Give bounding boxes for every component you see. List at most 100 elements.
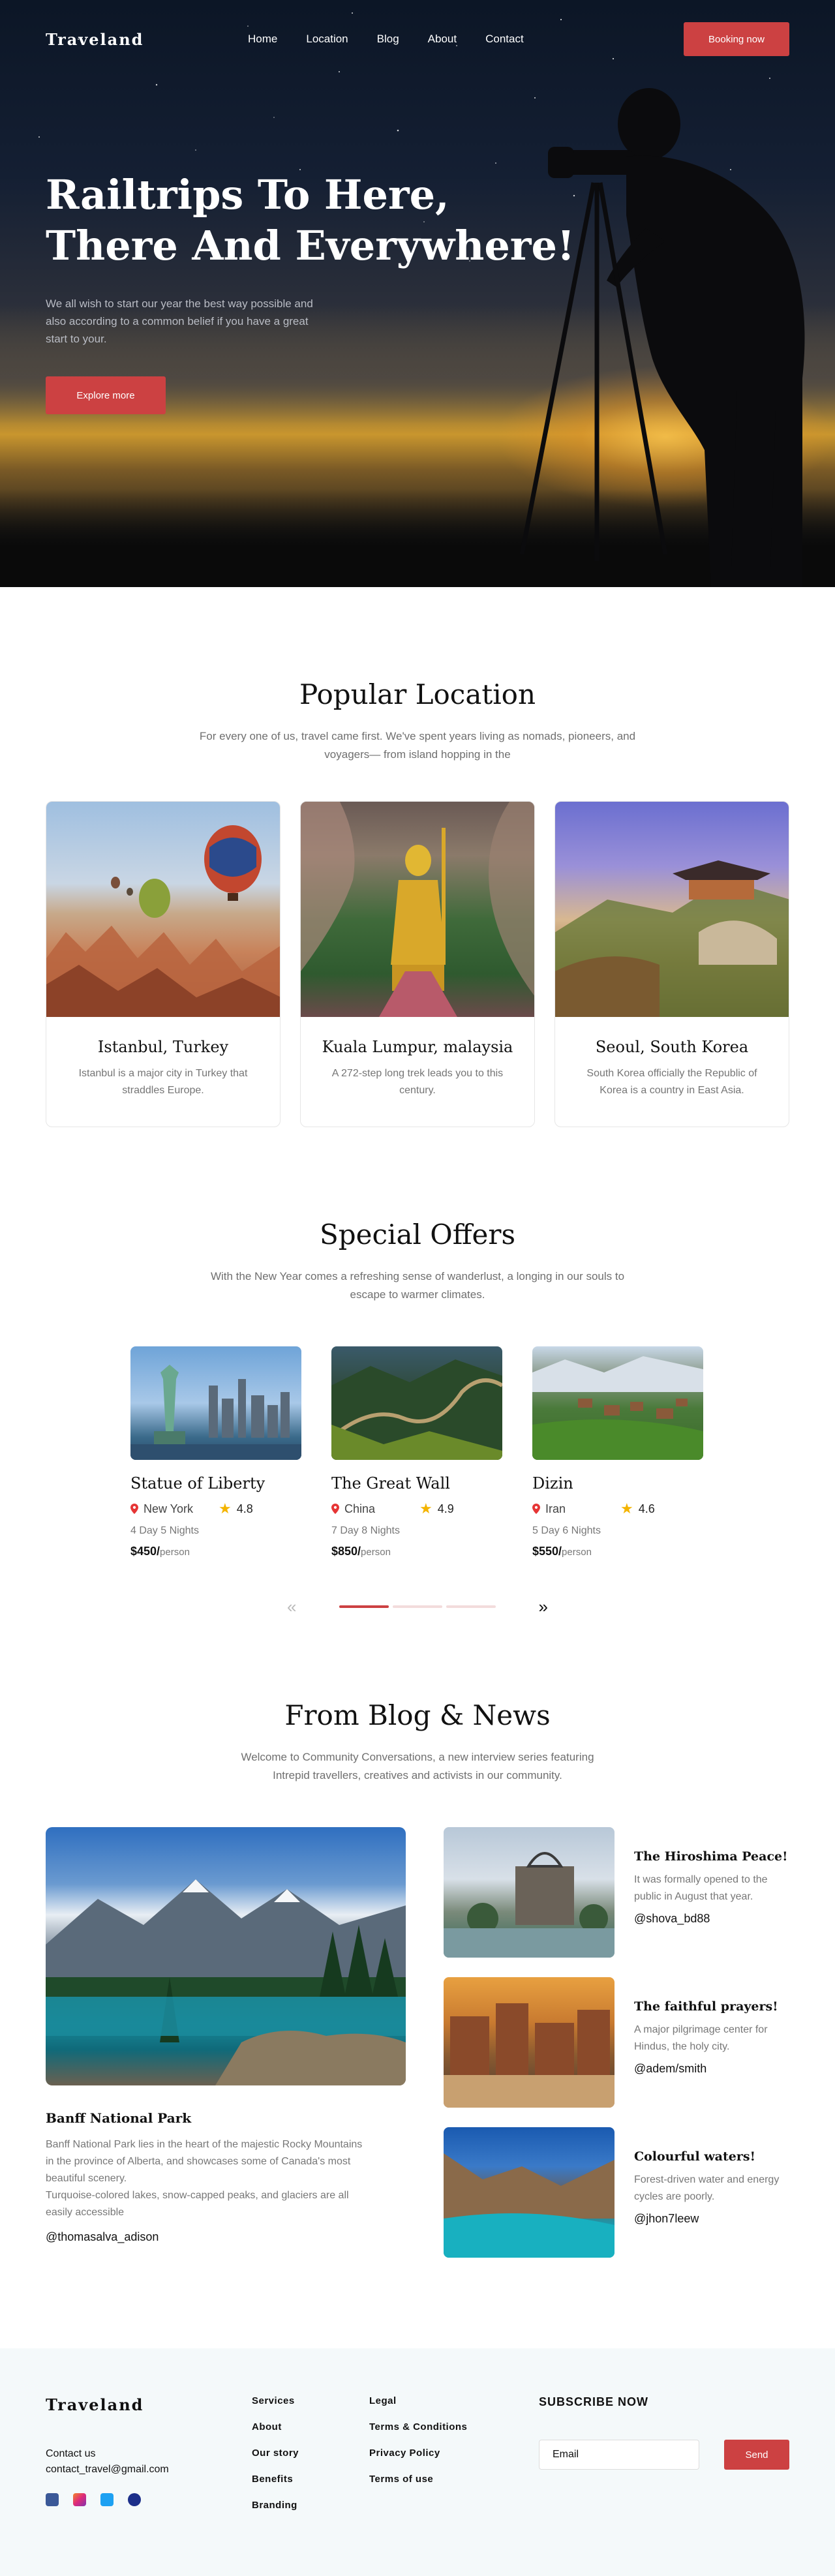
- offers-subtitle: With the New Year comes a refreshing sen…: [210, 1270, 625, 1301]
- pager-indicator-3[interactable]: [446, 1605, 496, 1608]
- offer-cards: Statue of Liberty New York ★ 4.8 4 Day 5…: [130, 1346, 703, 1558]
- offer-city: China: [344, 1502, 376, 1515]
- blog-post-body: Banff National Park lies in the heart of…: [46, 2136, 372, 2221]
- blog-side-item-prayers[interactable]: The faithful prayers! A major pilgrimage…: [444, 1977, 789, 2108]
- booking-now-button[interactable]: Booking now: [684, 22, 789, 56]
- location-name: Seoul, South Korea: [595, 1038, 749, 1056]
- dome-building: [444, 1852, 615, 1958]
- location-name: Kuala Lumpur, malaysia: [322, 1038, 513, 1056]
- nav-link-home[interactable]: Home: [248, 33, 277, 46]
- temple-on-cliff: [555, 860, 789, 1017]
- social-links: [46, 2493, 141, 2506]
- blog-post-body-part2: Turquoise-colored lakes, snow-capped pea…: [46, 2190, 349, 2218]
- pager-indicator-1[interactable]: [339, 1605, 389, 1608]
- location-card-seoul[interactable]: Seoul, South Korea South Korea officiall…: [554, 801, 789, 1127]
- blog-news-section: From Blog & News Welcome to Community Co…: [0, 1699, 835, 2258]
- footer-link-branding[interactable]: Branding: [252, 2500, 299, 2511]
- price-value: $850/: [331, 1545, 361, 1558]
- offer-meta: China ★ 4.9: [331, 1500, 502, 1517]
- location-card-istanbul[interactable]: Istanbul, Turkey Istanbul is a major cit…: [46, 801, 281, 1127]
- offer-meta: Iran ★ 4.6: [532, 1500, 703, 1517]
- twitter-icon[interactable]: [100, 2493, 114, 2506]
- blog-side-item-waters[interactable]: Colourful waters! Forest-driven water an…: [444, 2127, 789, 2258]
- offers-title: Special Offers: [319, 1219, 516, 1250]
- location-pin-icon: [130, 1504, 138, 1514]
- banff-image: [46, 1827, 406, 2085]
- blog-post-author[interactable]: @thomasalva_adison: [46, 2230, 406, 2244]
- blog-side-author[interactable]: @jhon7leew: [634, 2212, 789, 2226]
- rating-value: 4.8: [236, 1502, 253, 1515]
- special-offers-section: Special Offers With the New Year comes a…: [0, 1219, 835, 1616]
- popular-location-section: Popular Location For every one of us, tr…: [0, 678, 835, 1127]
- hero-section: Traveland Home Location Blog About Conta…: [0, 0, 835, 587]
- pager-indicators: [339, 1605, 496, 1608]
- hero-subtitle: We all wish to start our year the best w…: [46, 297, 313, 345]
- popular-subtitle: For every one of us, travel came first. …: [199, 730, 636, 761]
- price-unit: person: [361, 1547, 391, 1558]
- footer-link-about[interactable]: About: [252, 2421, 299, 2432]
- blog-side-list: The Hiroshima Peace! It was formally ope…: [444, 1827, 789, 2277]
- contact-label: Contact us: [46, 2448, 96, 2459]
- blog-side-author[interactable]: @adem/smith: [634, 2062, 789, 2076]
- footer-column-legal: Legal Terms & Conditions Privacy Policy …: [369, 2395, 467, 2500]
- rating-value: 4.6: [638, 1502, 655, 1515]
- nav-menu: Home Location Blog About Contact: [248, 33, 684, 46]
- offer-meta: New York ★ 4.8: [130, 1500, 301, 1517]
- colourful-waters-image: [444, 2127, 615, 2258]
- pager-indicator-2[interactable]: [393, 1605, 442, 1608]
- nav-link-blog[interactable]: Blog: [377, 33, 399, 46]
- city-skyline: [130, 1365, 301, 1460]
- pinterest-icon[interactable]: [128, 2493, 141, 2506]
- offers-pager: « »: [287, 1597, 548, 1616]
- blog-post-body-part1: Banff National Park lies in the heart of…: [46, 2139, 363, 2184]
- chevron-double-right-icon[interactable]: »: [496, 1597, 548, 1617]
- footer-link-legal[interactable]: Legal: [369, 2395, 467, 2406]
- star-icon: ★: [219, 1500, 232, 1517]
- blog-subtitle: Welcome to Community Conversations, a ne…: [241, 1751, 594, 1781]
- footer-link-terms-of-use[interactable]: Terms of use: [369, 2474, 467, 2485]
- logo[interactable]: Traveland: [46, 30, 248, 49]
- blog-side-title: The Hiroshima Peace!: [634, 1849, 788, 1864]
- golden-statue: [301, 802, 534, 1017]
- offer-location: New York: [130, 1502, 219, 1516]
- offer-card-dizin[interactable]: Dizin Iran ★ 4.6 5 Day 6 Nights $550/per…: [532, 1346, 703, 1558]
- footer-link-services[interactable]: Services: [252, 2395, 299, 2406]
- hiroshima-image: [444, 1827, 615, 1958]
- canyon-pool: [444, 2153, 615, 2258]
- contact-email[interactable]: contact_travel@gmail.com: [46, 2462, 169, 2478]
- nav-link-contact[interactable]: Contact: [485, 33, 524, 46]
- statue-of-liberty-image: [130, 1346, 301, 1460]
- footer-link-benefits[interactable]: Benefits: [252, 2474, 299, 2485]
- footer-logo[interactable]: Traveland: [46, 2395, 144, 2414]
- facebook-icon[interactable]: [46, 2493, 59, 2506]
- footer-link-terms-conditions[interactable]: Terms & Conditions: [369, 2421, 467, 2432]
- offer-duration: 5 Day 6 Nights: [532, 1525, 601, 1536]
- chevron-double-left-icon[interactable]: «: [287, 1597, 339, 1617]
- offer-card-statue-of-liberty[interactable]: Statue of Liberty New York ★ 4.8 4 Day 5…: [130, 1346, 301, 1558]
- explore-more-button[interactable]: Explore more: [46, 376, 166, 414]
- price-unit: person: [562, 1547, 592, 1558]
- subscribe-email-input[interactable]: [539, 2440, 699, 2470]
- blog-side-body: Forest-driven water and energy cycles ar…: [634, 2174, 780, 2202]
- price-value: $550/: [532, 1545, 562, 1558]
- blog-side-item-hiroshima[interactable]: The Hiroshima Peace! It was formally ope…: [444, 1827, 789, 1958]
- offer-card-great-wall[interactable]: The Great Wall China ★ 4.9 7 Day 8 Night…: [331, 1346, 502, 1558]
- footer-link-our-story[interactable]: Our story: [252, 2447, 299, 2459]
- blog-side-text: Colourful waters! Forest-driven water an…: [615, 2127, 789, 2258]
- instagram-icon[interactable]: [73, 2493, 86, 2506]
- blog-side-author[interactable]: @shova_bd88: [634, 1912, 789, 1926]
- star-icon: ★: [419, 1500, 433, 1517]
- hot-air-balloons: [46, 825, 280, 1017]
- location-desc: South Korea officially the Republic of K…: [586, 1068, 757, 1096]
- footer-link-privacy-policy[interactable]: Privacy Policy: [369, 2447, 467, 2459]
- nav-link-about[interactable]: About: [428, 33, 457, 46]
- location-card-kuala-lumpur[interactable]: Kuala Lumpur, malaysia A 272-step long t…: [300, 801, 535, 1127]
- hero-title-line1: Railtrips To Here,: [46, 171, 449, 219]
- location-pin-icon: [331, 1504, 339, 1514]
- nav-link-location[interactable]: Location: [306, 33, 348, 46]
- featured-blog-post[interactable]: Banff National Park Banff National Park …: [46, 1827, 406, 2244]
- location-pin-icon: [532, 1504, 540, 1514]
- subscribe-send-button[interactable]: Send: [724, 2440, 789, 2470]
- ghats-buildings: [444, 2003, 615, 2108]
- price-value: $450/: [130, 1545, 160, 1558]
